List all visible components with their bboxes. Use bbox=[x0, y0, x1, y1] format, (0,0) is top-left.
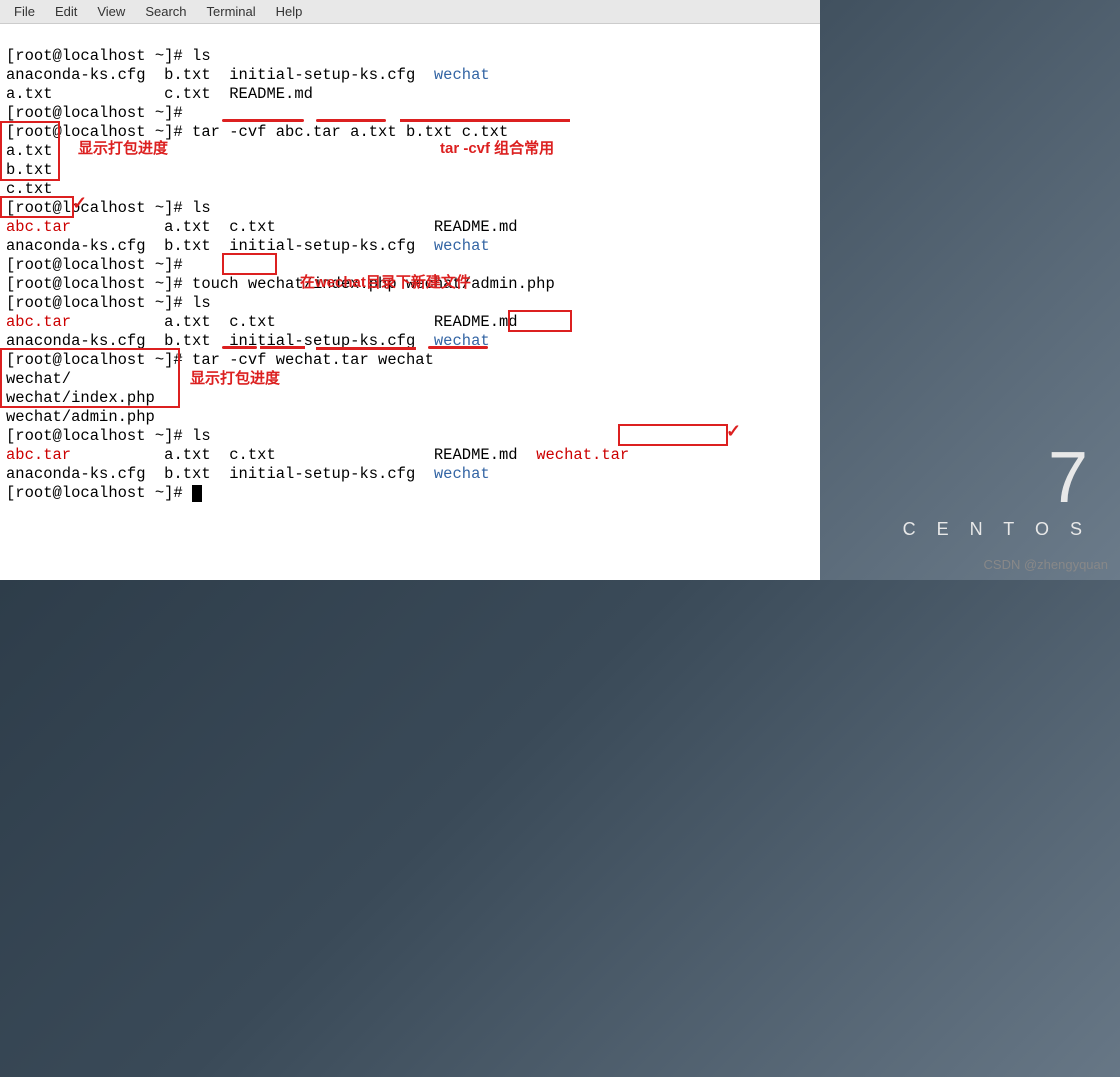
term-line: a.txt c.txt README.md bbox=[71, 218, 517, 236]
underline-abctar bbox=[316, 119, 386, 122]
underline-files bbox=[400, 119, 570, 122]
annotation-combo: tar -cvf 组合常用 bbox=[440, 139, 554, 158]
menu-help[interactable]: Help bbox=[266, 2, 313, 21]
menubar: File Edit View Search Terminal Help bbox=[0, 0, 820, 24]
underline-wechattar2 bbox=[316, 347, 416, 350]
dir-wechat: wechat bbox=[434, 66, 490, 84]
underline-tar2 bbox=[222, 346, 257, 349]
term-line: a.txt bbox=[6, 142, 53, 160]
term-line: [root@localhost ~]# ls bbox=[6, 294, 211, 312]
centos-version: 7 bbox=[903, 437, 1090, 519]
terminal-content[interactable]: [root@localhost ~]# ls anaconda-ks.cfg b… bbox=[0, 24, 820, 1077]
term-line: b.txt bbox=[6, 161, 53, 179]
watermark: CSDN @zhengyquan bbox=[984, 557, 1108, 572]
underline-tar-cvf bbox=[222, 119, 304, 122]
tarfile-abc: abc.tar bbox=[6, 446, 71, 464]
term-line: [root@localhost ~]# ls bbox=[6, 47, 211, 65]
annotation-progress2: 显示打包进度 bbox=[190, 369, 280, 388]
menu-view[interactable]: View bbox=[87, 2, 135, 21]
term-line: anaconda-ks.cfg b.txt initial-setup-ks.c… bbox=[6, 237, 434, 255]
terminal-window: File Edit View Search Terminal Help [roo… bbox=[0, 0, 820, 580]
term-line: wechat/admin.php bbox=[6, 408, 155, 426]
annotation-newfile: 在wechat目录下新建文件 bbox=[300, 273, 471, 292]
term-line: [root@localhost ~]# tar -cvf wechat.tar … bbox=[6, 351, 434, 369]
checkmark-icon: ✓ bbox=[72, 196, 87, 215]
menu-terminal[interactable]: Terminal bbox=[197, 2, 266, 21]
tarfile-abc: abc.tar bbox=[6, 313, 71, 331]
menu-file[interactable]: File bbox=[4, 2, 45, 21]
menu-edit[interactable]: Edit bbox=[45, 2, 87, 21]
term-line: [root@localhost ~]# ls bbox=[6, 427, 211, 445]
term-line: a.txt c.txt README.md bbox=[6, 85, 313, 103]
tarfile-abc: abc.tar bbox=[6, 218, 71, 236]
cursor bbox=[192, 485, 202, 502]
term-line: c.txt bbox=[6, 180, 53, 198]
term-line: anaconda-ks.cfg b.txt initial-setup-ks.c… bbox=[6, 66, 434, 84]
annotation-box-wechattar bbox=[618, 424, 728, 446]
annotation-progress1: 显示打包进度 bbox=[78, 139, 168, 158]
term-line: [root@localhost ~]# touch wechat/index.p… bbox=[6, 275, 555, 293]
term-line: anaconda-ks.cfg b.txt initial-setup-ks.c… bbox=[6, 465, 434, 483]
term-line: [root@localhost ~]# bbox=[6, 256, 183, 274]
term-line: a.txt c.txt README.md bbox=[71, 446, 536, 464]
term-line: [root@localhost ~]# bbox=[6, 484, 192, 502]
tarfile-wechat: wechat.tar bbox=[536, 446, 629, 464]
dir-wechat: wechat bbox=[434, 237, 490, 255]
underline-cvf2 bbox=[260, 346, 305, 349]
term-line: a.txt c.txt README.md bbox=[71, 313, 517, 331]
underline-wechat2 bbox=[428, 346, 488, 349]
checkmark-icon: ✓ bbox=[726, 424, 741, 443]
dir-wechat: wechat bbox=[434, 465, 490, 483]
term-line: wechat/ bbox=[6, 370, 71, 388]
term-line: [root@localhost ~]# ls bbox=[6, 199, 211, 217]
annotation-box-touch bbox=[222, 253, 277, 275]
centos-name: C E N T O S bbox=[903, 519, 1090, 540]
menu-search[interactable]: Search bbox=[135, 2, 196, 21]
term-line: [root@localhost ~]# bbox=[6, 104, 183, 122]
term-line: wechat/index.php bbox=[6, 389, 155, 407]
wallpaper-logo: 7 C E N T O S bbox=[903, 437, 1090, 540]
